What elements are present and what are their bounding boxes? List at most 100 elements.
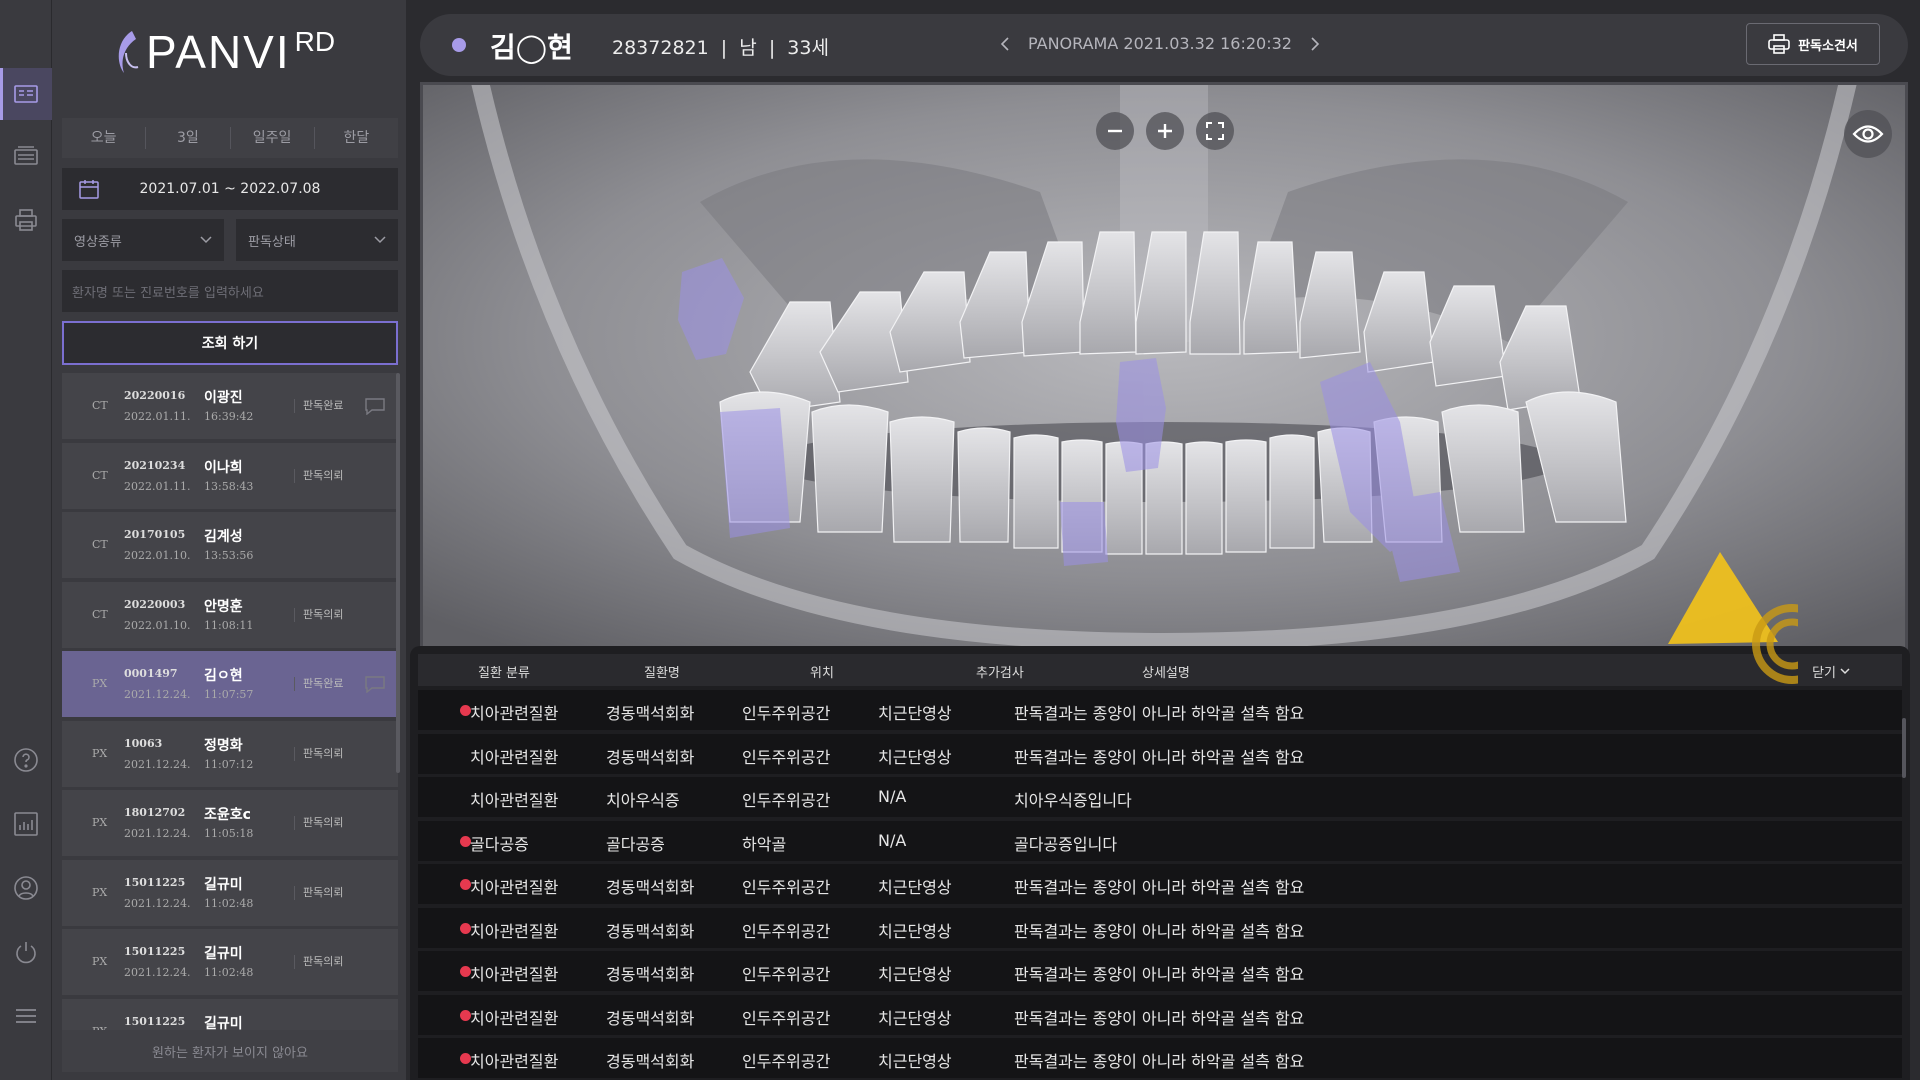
patient-name: 김◯현: [490, 31, 573, 64]
read-status: 판독의뢰: [294, 607, 343, 622]
finding-category: 골다공증: [470, 834, 529, 854]
eye-icon[interactable]: [1844, 110, 1892, 158]
message-icon[interactable]: [364, 397, 386, 415]
period-tab-3days[interactable]: 3일: [146, 127, 231, 149]
menu-icon[interactable]: [0, 990, 52, 1042]
patient-search-input[interactable]: 환자명 또는 진료번호를 입력하세요: [62, 270, 398, 312]
patient-header: 김◯현 28372821 | 남 | 33세 PANORAMA 2021.03.…: [420, 14, 1908, 76]
finding-disease: 경동맥석회화: [606, 747, 695, 767]
findings-close-toggle[interactable]: 닫기: [1812, 662, 1850, 681]
patient-row[interactable]: PX 0001497 2021.12.24. 김ㅇ현 11:07:57 판독완료: [62, 651, 398, 717]
patient-panel: PANVI RD 오늘 3일 일주일 한달 2021.07.01 ~ 2022.…: [52, 0, 406, 1080]
finding-row[interactable]: 치아관련질환 경동맥석회화 인두주위공간 치근단영상 판독결과는 종양이 아니라 하악골…: [418, 994, 1902, 1035]
patient-list-scrollbar[interactable]: [396, 373, 400, 773]
patient-row-name: 길규미: [204, 876, 243, 893]
patient-row[interactable]: PX 18012702 2021.12.24. 조윤호c 11:05:18 판독의뢰: [62, 790, 398, 856]
prev-study-icon[interactable]: [1000, 36, 1010, 51]
read-status: 판독의뢰: [294, 816, 343, 830]
modality-label: CT: [92, 538, 108, 551]
finding-detail: 판독결과는 종양이 아니라 하악골 설측 함요: [1014, 1008, 1305, 1028]
findings-scrollbar[interactable]: [1902, 718, 1906, 778]
read-status-select[interactable]: 판독상태: [236, 219, 398, 261]
image-list-icon[interactable]: [0, 130, 52, 182]
finding-row[interactable]: 치아관련질환 경동맥석회화 인두주위공간 치근단영상 판독결과는 종양이 아니라 하악골…: [418, 951, 1902, 991]
finding-detail: 판독결과는 종양이 아니라 하악골 설측 함요: [1014, 1052, 1305, 1071]
help-icon[interactable]: [0, 734, 52, 786]
finding-location: 인두주위공간: [742, 878, 831, 897]
study-date: 2022.01.10.: [124, 618, 191, 632]
print-icon[interactable]: [0, 194, 52, 246]
patient-row[interactable]: PX 10063 2021.12.24. 정명화 11:07:12 판독의뢰: [62, 720, 398, 787]
finding-location: 인두주위공간: [742, 965, 831, 984]
finding-category: 치아관련질환: [470, 704, 559, 723]
image-type-select[interactable]: 영상종류: [62, 219, 224, 261]
patient-id: 15011225: [124, 875, 186, 889]
study-time: 13:53:56: [204, 549, 254, 562]
finding-row[interactable]: 골다공증 골다공증 하악골 N/A 골다공증입니다: [418, 820, 1902, 861]
finding-row[interactable]: 치아관련질환 경동맥석회화 인두주위공간 치근단영상 판독결과는 종양이 아니라 하악골…: [418, 1038, 1902, 1078]
user-icon[interactable]: [0, 862, 52, 914]
print-report-button[interactable]: 판독소견서: [1746, 23, 1880, 65]
read-status: 판독의뢰: [294, 885, 343, 900]
read-status: 판독의뢰: [294, 955, 343, 969]
zoom-in-icon[interactable]: [1146, 112, 1184, 150]
finding-detail: 치아우식증입니다: [1014, 791, 1132, 810]
study-date: 2021.12.24.: [124, 966, 191, 979]
patient-row[interactable]: PX 15011225 길규미: [62, 998, 398, 1033]
finding-category: 치아관련질환: [470, 1008, 559, 1028]
query-button[interactable]: 조회 하기: [62, 321, 398, 365]
study-time: 11:07:12: [204, 757, 254, 771]
statistics-icon[interactable]: [0, 798, 52, 850]
col-detail: 상세설명: [1142, 666, 1190, 681]
col-exam: 추가검사: [976, 666, 1024, 681]
finding-detail: 판독결과는 종양이 아니라 하악골 설측 함요: [1014, 704, 1305, 723]
patient-row[interactable]: CT 20170105 2022.01.10. 김계성 13:53:56: [62, 512, 398, 578]
finding-row[interactable]: 치아관련질환 경동맥석회화 인두주위공간 치근단영상 판독결과는 종양이 아니라 하악골…: [418, 907, 1902, 948]
next-study-icon[interactable]: [1310, 36, 1320, 51]
patient-id: 20170105: [124, 528, 186, 541]
period-tab-week[interactable]: 일주일: [231, 127, 315, 149]
study-time: 16:39:42: [204, 410, 254, 423]
patient-id: 10063: [124, 736, 163, 750]
patient-missing-link[interactable]: 원하는 환자가 보이지 않아요: [62, 1030, 398, 1072]
fullscreen-icon[interactable]: [1196, 112, 1234, 150]
finding-row[interactable]: 치아관련질환 경동맥석회화 인두주위공간 치근단영상 판독결과는 종양이 아니라 하악골…: [418, 864, 1902, 904]
study-date: 2022.01.11.: [124, 410, 191, 423]
finding-disease: 경동맥석회화: [606, 1052, 695, 1071]
study-navigator: PANORAMA 2021.03.32 16:20:32: [1000, 34, 1320, 53]
finding-location: 인두주위공간: [742, 1008, 831, 1028]
message-icon[interactable]: [364, 675, 386, 693]
power-icon[interactable]: [0, 926, 52, 978]
patient-row[interactable]: CT 20220016 2022.01.11. 이광진 16:39:42 판독완료: [62, 373, 398, 439]
reading-list-icon[interactable]: [0, 68, 52, 120]
study-time: 11:02:48: [204, 966, 254, 979]
patient-row[interactable]: PX 15011225 2021.12.24. 길규미 11:02:48 판독의뢰: [62, 929, 398, 995]
patient-id: 18012702: [124, 806, 186, 819]
patient-row[interactable]: PX 15011225 2021.12.24. 길규미 11:02:48 판독의뢰: [62, 859, 398, 926]
patient-id: 20220003: [124, 597, 186, 611]
finding-detail: 판독결과는 종양이 아니라 하악골 설측 함요: [1014, 921, 1305, 941]
modality-label: PX: [92, 677, 108, 690]
date-range-picker[interactable]: 2021.07.01 ~ 2022.07.08: [62, 168, 398, 210]
finding-location: 인두주위공간: [742, 921, 831, 941]
finding-row[interactable]: 치아관련질환 치아우식증 인두주위공간 N/A 치아우식증입니다: [418, 777, 1902, 817]
ai-analysis-icon: [1668, 552, 1798, 684]
zoom-out-icon[interactable]: [1096, 112, 1134, 150]
close-label: 닫기: [1812, 666, 1836, 681]
period-tab-today[interactable]: 오늘: [62, 127, 147, 149]
study-date: 2022.01.11.: [124, 479, 191, 493]
modality-label: PX: [92, 746, 108, 760]
patient-row-name: 정명화: [204, 737, 243, 754]
patient-row-name: 김계성: [204, 529, 243, 545]
study-label: PANORAMA 2021.03.32 16:20:32: [1028, 34, 1292, 53]
print-report-label: 판독소견서: [1798, 38, 1858, 54]
patient-info: 28372821 | 남 | 33세: [612, 37, 829, 59]
brand-sup: RD: [294, 26, 336, 57]
period-tab-month[interactable]: 한달: [315, 127, 398, 149]
modality-label: CT: [92, 607, 108, 621]
patient-row[interactable]: CT 20220003 2022.01.10. 안명훈 11:08:11 판독의뢰: [62, 581, 398, 648]
patient-row[interactable]: CT 20210234 2022.01.11. 이나희 13:58:43 판독의뢰: [62, 442, 398, 509]
finding-row[interactable]: 치아관련질환 경동맥석회화 인두주위공간 치근단영상 판독결과는 종양이 아니라 하악골…: [418, 733, 1902, 774]
image-type-label: 영상종류: [74, 234, 122, 250]
finding-location: 하악골: [742, 834, 787, 854]
